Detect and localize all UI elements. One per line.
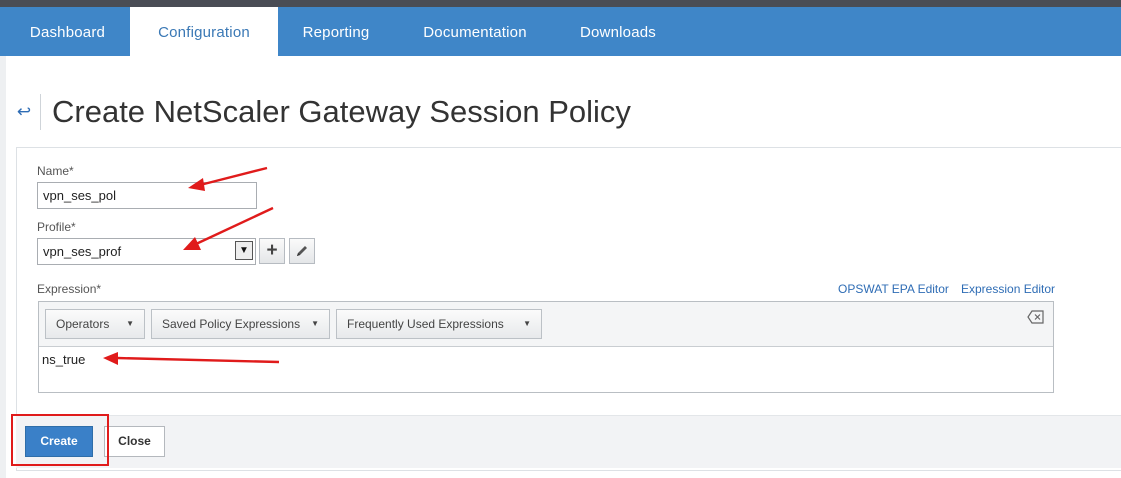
create-button[interactable]: Create xyxy=(25,426,93,457)
tab-documentation[interactable]: Documentation xyxy=(400,7,550,56)
saved-policy-label: Saved Policy Expressions xyxy=(162,317,301,331)
tab-downloads[interactable]: Downloads xyxy=(560,7,676,56)
left-edge-gutter xyxy=(0,56,6,478)
saved-policy-expressions-dropdown[interactable]: Saved Policy Expressions ▼ xyxy=(151,309,330,339)
top-window-strip xyxy=(0,0,1121,7)
top-navigation-bar: Dashboard Configuration Reporting Docume… xyxy=(0,7,1121,56)
profile-label: Profile* xyxy=(37,220,76,234)
operators-label: Operators xyxy=(56,317,110,331)
caret-down-icon: ▼ xyxy=(523,319,531,328)
tab-configuration[interactable]: Configuration xyxy=(130,7,278,56)
profile-select-value: vpn_ses_prof xyxy=(43,244,122,259)
page-title: Create NetScaler Gateway Session Policy xyxy=(52,94,631,129)
chevron-down-icon[interactable]: ▼ xyxy=(235,241,253,260)
close-button[interactable]: Close xyxy=(104,426,165,457)
frequently-used-expressions-dropdown[interactable]: Frequently Used Expressions ▼ xyxy=(336,309,542,339)
pencil-icon xyxy=(297,246,307,256)
add-profile-button[interactable]: + xyxy=(259,238,285,264)
frequently-used-label: Frequently Used Expressions xyxy=(347,317,504,331)
caret-down-icon: ▼ xyxy=(126,319,134,328)
expression-text[interactable]: ns_true xyxy=(42,352,85,367)
name-input[interactable]: vpn_ses_pol xyxy=(37,182,257,209)
tab-reporting[interactable]: Reporting xyxy=(285,7,387,56)
edit-profile-button[interactable] xyxy=(289,238,315,264)
name-label: Name* xyxy=(37,164,74,178)
profile-select[interactable]: vpn_ses_prof ▼ xyxy=(37,238,256,265)
title-divider xyxy=(40,94,41,130)
back-arrow-icon[interactable]: ↩ xyxy=(14,101,34,123)
expression-toolbar: Operators ▼ Saved Policy Expressions ▼ F… xyxy=(39,302,1053,347)
operators-dropdown[interactable]: Operators ▼ xyxy=(45,309,145,339)
expression-label: Expression* xyxy=(37,282,102,296)
opswat-epa-editor-link[interactable]: OPSWAT EPA Editor xyxy=(838,282,949,296)
expression-editor-box: Operators ▼ Saved Policy Expressions ▼ F… xyxy=(38,301,1054,393)
clear-backspace-icon[interactable] xyxy=(1027,310,1045,324)
expression-editor-link[interactable]: Expression Editor xyxy=(961,282,1055,296)
tab-dashboard[interactable]: Dashboard xyxy=(10,7,125,56)
form-footer xyxy=(16,415,1121,468)
caret-down-icon: ▼ xyxy=(311,319,319,328)
